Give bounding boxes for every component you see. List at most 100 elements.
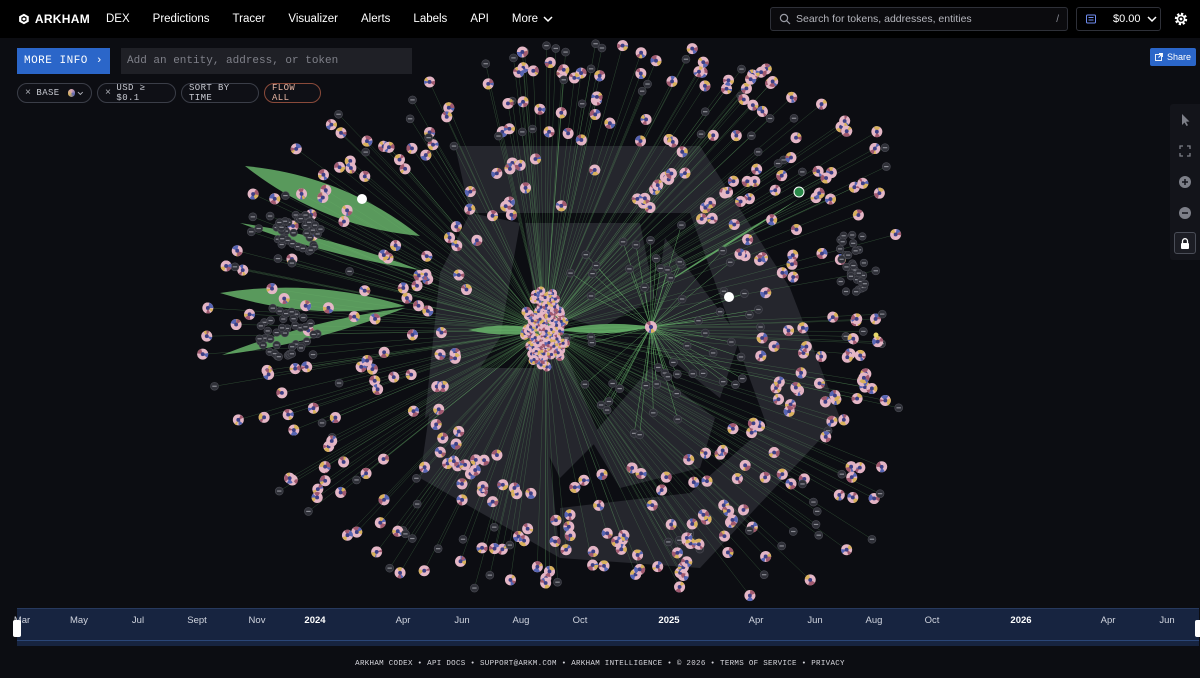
token-node[interactable] (301, 361, 313, 373)
address-node[interactable] (275, 218, 284, 227)
token-node[interactable] (397, 282, 409, 294)
token-node[interactable] (866, 382, 878, 394)
token-node[interactable] (434, 446, 446, 458)
token-node[interactable] (589, 164, 601, 176)
address-node[interactable] (669, 358, 678, 367)
token-node[interactable] (773, 376, 785, 388)
token-node[interactable] (450, 438, 462, 450)
address-node[interactable] (287, 258, 297, 268)
address-node[interactable] (266, 316, 275, 325)
address-node[interactable] (308, 350, 318, 359)
graph-canvas[interactable] (0, 38, 1200, 605)
address-node[interactable] (681, 54, 691, 64)
global-search[interactable]: / (770, 7, 1068, 31)
token-node[interactable] (722, 546, 734, 558)
token-node[interactable] (311, 491, 323, 503)
address-node[interactable] (278, 234, 287, 243)
address-node[interactable] (470, 583, 479, 593)
address-node[interactable] (287, 349, 296, 358)
token-node[interactable] (660, 471, 672, 483)
token-node[interactable] (544, 57, 556, 69)
token-node[interactable] (471, 234, 483, 246)
token-node[interactable] (322, 302, 334, 314)
token-node[interactable] (378, 346, 390, 358)
address-node[interactable] (266, 335, 275, 344)
zoom-out-icon[interactable] (1177, 205, 1193, 221)
token-node[interactable] (418, 565, 430, 577)
token-node[interactable] (829, 390, 841, 402)
token-node[interactable] (707, 129, 719, 141)
token-node[interactable] (696, 213, 708, 225)
nav-item-tracer[interactable]: Tracer (233, 13, 266, 25)
token-node[interactable] (201, 330, 213, 342)
fit-screen-icon[interactable] (1177, 143, 1193, 159)
token-node[interactable] (701, 475, 713, 487)
token-node[interactable] (569, 481, 581, 493)
token-node[interactable] (482, 78, 494, 90)
token-node[interactable] (737, 504, 749, 516)
token-node[interactable] (739, 459, 751, 471)
address-node[interactable] (334, 109, 343, 119)
token-node[interactable] (372, 383, 384, 395)
address-node[interactable] (643, 79, 652, 89)
token-node[interactable] (652, 561, 664, 573)
token-node[interactable] (626, 462, 638, 474)
token-node[interactable] (535, 314, 545, 324)
token-node[interactable] (266, 283, 278, 295)
token-node[interactable] (527, 65, 539, 77)
address-node[interactable] (301, 322, 310, 331)
address-node[interactable] (210, 381, 219, 391)
token-node[interactable] (731, 473, 743, 485)
token-node[interactable] (755, 350, 767, 362)
address-node[interactable] (588, 269, 597, 278)
address-node[interactable] (274, 486, 284, 496)
address-node[interactable] (836, 277, 845, 286)
address-node[interactable] (809, 497, 818, 507)
token-node[interactable] (749, 175, 761, 187)
token-node[interactable] (841, 544, 853, 556)
address-node[interactable] (591, 261, 601, 270)
address-node[interactable] (640, 283, 649, 292)
token-node[interactable] (513, 66, 525, 78)
token-node[interactable] (534, 103, 546, 115)
token-node[interactable] (351, 526, 363, 538)
address-node[interactable] (518, 127, 527, 137)
nav-item-labels[interactable]: Labels (413, 13, 447, 25)
token-node[interactable] (334, 161, 346, 173)
token-node[interactable] (812, 165, 824, 177)
token-node[interactable] (851, 313, 863, 325)
address-node[interactable] (860, 279, 869, 288)
token-node[interactable] (550, 294, 560, 304)
token-node[interactable] (437, 432, 449, 444)
nav-item-dex[interactable]: DEX (106, 13, 130, 25)
address-node[interactable] (485, 570, 495, 580)
address-node[interactable] (287, 307, 296, 316)
token-node[interactable] (460, 284, 472, 296)
address-node[interactable] (551, 44, 561, 53)
token-node[interactable] (645, 321, 657, 333)
token-node[interactable] (681, 556, 693, 568)
address-node[interactable] (854, 269, 863, 278)
nav-item-visualizer[interactable]: Visualizer (288, 13, 338, 25)
token-node[interactable] (797, 322, 809, 334)
entity-node[interactable] (793, 186, 805, 198)
address-node[interactable] (646, 236, 655, 245)
token-node[interactable] (390, 239, 402, 251)
address-node[interactable] (867, 534, 877, 544)
token-node[interactable] (536, 286, 546, 296)
token-node[interactable] (699, 80, 711, 92)
address-node[interactable] (352, 475, 361, 485)
token-node[interactable] (456, 494, 468, 506)
token-node[interactable] (820, 431, 832, 443)
token-node[interactable] (589, 108, 601, 120)
token-node[interactable] (464, 186, 476, 198)
token-node[interactable] (845, 461, 857, 473)
address-node[interactable] (230, 262, 240, 272)
address-node[interactable] (542, 41, 551, 50)
token-node[interactable] (723, 505, 735, 517)
address-node[interactable] (675, 257, 685, 267)
address-node[interactable] (424, 133, 433, 142)
token-node[interactable] (851, 393, 863, 405)
address-node[interactable] (481, 59, 491, 69)
address-node[interactable] (298, 244, 307, 253)
